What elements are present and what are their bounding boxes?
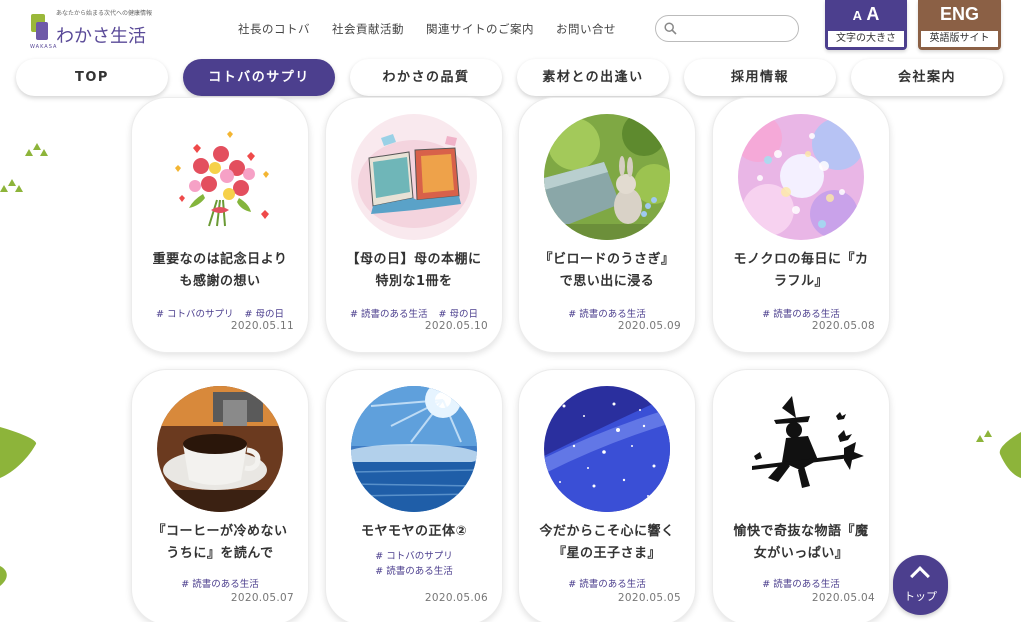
tab-recruit[interactable]: 採用情報 [684,59,836,96]
article-date: 2020.05.04 [811,592,875,604]
sky-sea-icon [351,386,477,512]
back-to-top-button[interactable]: トップ [893,555,948,615]
article-tags: # 読書のある生活 [723,302,879,322]
article-tag[interactable]: # 読書のある生活 [350,307,427,322]
article-tag[interactable]: # 読書のある生活 [762,577,839,592]
sprout-decoration-icon [25,143,48,156]
tab-company[interactable]: 会社案内 [851,59,1003,96]
tab-kotoba-supplement[interactable]: コトバのサプリ [183,59,335,96]
article-tags: # 読書のある生活 [529,302,685,322]
tab-top[interactable]: TOP [16,59,168,96]
article-date: 2020.05.05 [617,592,681,604]
topnav-president-words[interactable]: 社長のコトバ [238,21,310,37]
article-date: 2020.05.06 [424,592,488,604]
english-site-button[interactable]: ENG 英語版サイト [918,0,1001,50]
article-card[interactable]: 今だからこそ心に響く 『星の王子さま』 # 読書のある生活 2020.05.05 [518,369,696,622]
top-navigation: 社長のコトバ 社会貢献活動 関連サイトのご案内 お問い合せ [238,21,616,37]
logo-mark-icon [28,14,50,44]
article-date: 2020.05.09 [617,320,681,332]
topnav-related-sites[interactable]: 関連サイトのご案内 [426,21,534,37]
search-input[interactable] [682,19,792,38]
article-card[interactable]: モノクロの毎日に『カ ラフル』 # 読書のある生活 2020.05.08 [712,97,890,353]
article-title[interactable]: 『ビロードのうさぎ』 で思い出に浸る [531,249,683,293]
article-tags: # 読書のある生活 # 母の日 [336,302,492,322]
text-size-label: 文字の大きさ [828,31,904,47]
search-box [655,15,799,42]
article-tag[interactable]: # 読書のある生活 [339,564,489,579]
article-card[interactable]: モヤモヤの正体② # コトバのサプリ # 読書のある生活 2020.05.06 [325,369,503,622]
topnav-social-contribution[interactable]: 社会貢献活動 [332,21,404,37]
leaf-decoration-icon [976,430,1021,478]
english-site-label: 英語版サイト [921,31,998,47]
article-card[interactable]: 【母の日】母の本棚に 特別な1冊を # 読書のある生活 # 母の日 2020.05… [325,97,503,353]
article-tag[interactable]: # 読書のある生活 [181,577,258,592]
chevron-up-icon [910,566,930,586]
leaf-decoration-icon [0,566,7,586]
article-tag[interactable]: # コトバのサプリ [156,307,233,322]
rabbit-icon [544,114,670,240]
leaf-decoration-icon [0,427,37,478]
main-navigation: TOP コトバのサプリ わかさの品質 素材との出逢い 採用情報 会社案内 [16,59,1006,98]
bokeh-icon [738,114,864,240]
article-date: 2020.05.07 [230,592,294,604]
article-tags: # 読書のある生活 [142,572,298,592]
article-title[interactable]: 重要なのは記念日より も感謝の想い [144,249,296,293]
text-size-icon: A A [852,4,880,24]
books-icon [351,114,477,240]
tab-quality[interactable]: わかさの品質 [350,59,502,96]
article-card[interactable]: 『コーヒーが冷めない うちに』を読んで # 読書のある生活 2020.05.07 [131,369,309,622]
search-icon[interactable] [664,22,677,35]
article-date: 2020.05.08 [811,320,875,332]
article-tag[interactable]: # コトバのサプリ [339,549,489,564]
article-card[interactable]: 愉快で奇抜な物語『魔 女がいっぱい』 # 読書のある生活 2020.05.04 [712,369,890,622]
logo-sub: WAKASA [30,44,58,50]
article-title[interactable]: 【母の日】母の本棚に 特別な1冊を [338,249,490,293]
back-to-top-label: トップ [904,590,937,603]
logo-tagline: あなたから始まる次代への健康情報 [56,10,153,17]
article-title[interactable]: 『コーヒーが冷めない うちに』を読んで [144,521,296,565]
article-title[interactable]: 今だからこそ心に響く 『星の王子さま』 [531,521,683,565]
logo-name: わかさ生活 [56,26,146,47]
bouquet-icon [157,114,283,240]
article-tags: # 読書のある生活 [529,572,685,592]
article-tag[interactable]: # 読書のある生活 [568,577,645,592]
article-tags: # コトバのサプリ # 読書のある生活 [336,549,492,579]
article-title[interactable]: 愉快で奇抜な物語『魔 女がいっぱい』 [725,521,877,565]
article-date: 2020.05.11 [230,320,294,332]
site-logo[interactable]: あなたから始まる次代への健康情報 わかさ生活 WAKASA [28,8,168,50]
eng-glyph: ENG [939,4,979,24]
article-card[interactable]: 重要なのは記念日より も感謝の想い # コトバのサプリ # 母の日 2020.05… [131,97,309,353]
tab-materials[interactable]: 素材との出逢い [517,59,669,96]
text-size-button[interactable]: A A 文字の大きさ [825,0,907,50]
topnav-contact[interactable]: お問い合せ [556,21,616,37]
starry-sky-icon [544,386,670,512]
article-tags: # 読書のある生活 [723,572,879,592]
sprout-decoration-icon [0,179,23,192]
article-date: 2020.05.10 [424,320,488,332]
witch-icon [738,386,864,512]
article-title[interactable]: モノクロの毎日に『カ ラフル』 [725,249,877,293]
article-title[interactable]: モヤモヤの正体② [338,521,490,543]
coffee-icon [157,386,283,512]
article-card[interactable]: 『ビロードのうさぎ』 で思い出に浸る # 読書のある生活 2020.05.09 [518,97,696,353]
article-tags: # コトバのサプリ # 母の日 [142,302,298,322]
